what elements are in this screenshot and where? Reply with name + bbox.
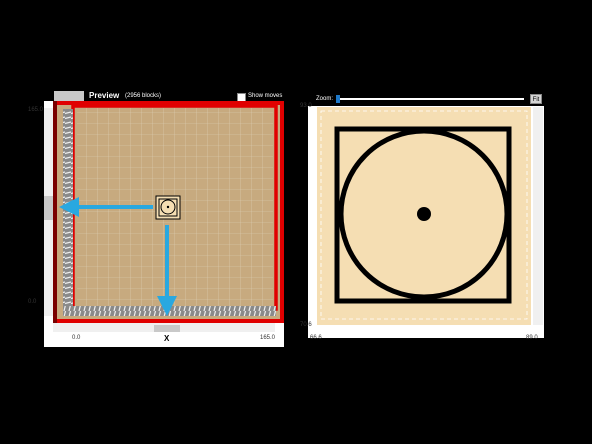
preview-horizontal-scroll-thumb[interactable] — [154, 325, 180, 332]
left-hatch-strip — [63, 109, 73, 313]
zoom-slider-handle[interactable] — [336, 95, 340, 103]
x-max-tick: 165.0 — [260, 335, 276, 341]
blocks-count: (2956 blocks) — [125, 93, 162, 99]
zoom-slider-track[interactable] — [338, 98, 524, 100]
zoom-canvas[interactable] — [317, 107, 531, 325]
toolpath-preview-canvas[interactable] — [53, 101, 284, 323]
fit-button[interactable]: Fit — [530, 94, 542, 104]
preview-title: Preview — [89, 91, 120, 100]
x-axis-label: X — [164, 334, 170, 343]
zoom-vertical-scrollbar[interactable] — [533, 107, 543, 325]
bottom-hatch-strip — [63, 306, 276, 316]
y-max-tick: 165.0 — [28, 107, 44, 113]
preview-vertical-scroll-thumb[interactable] — [44, 196, 53, 220]
zoom-y-min-tick: 70.6 — [300, 322, 312, 328]
show-moves-label: Show moves — [248, 93, 283, 99]
zoom-x-max-tick: 89.0 — [526, 335, 538, 341]
x-min-tick: 0.0 — [72, 335, 81, 341]
part-center-hole — [417, 207, 431, 221]
y-min-tick: 0.0 — [28, 299, 37, 305]
zoom-y-max-tick: 93.0 — [300, 103, 312, 109]
zoom-label: Zoom: — [316, 96, 334, 102]
zoom-x-min-tick: 66.6 — [310, 335, 322, 341]
y-axis-label: Y — [36, 203, 42, 212]
